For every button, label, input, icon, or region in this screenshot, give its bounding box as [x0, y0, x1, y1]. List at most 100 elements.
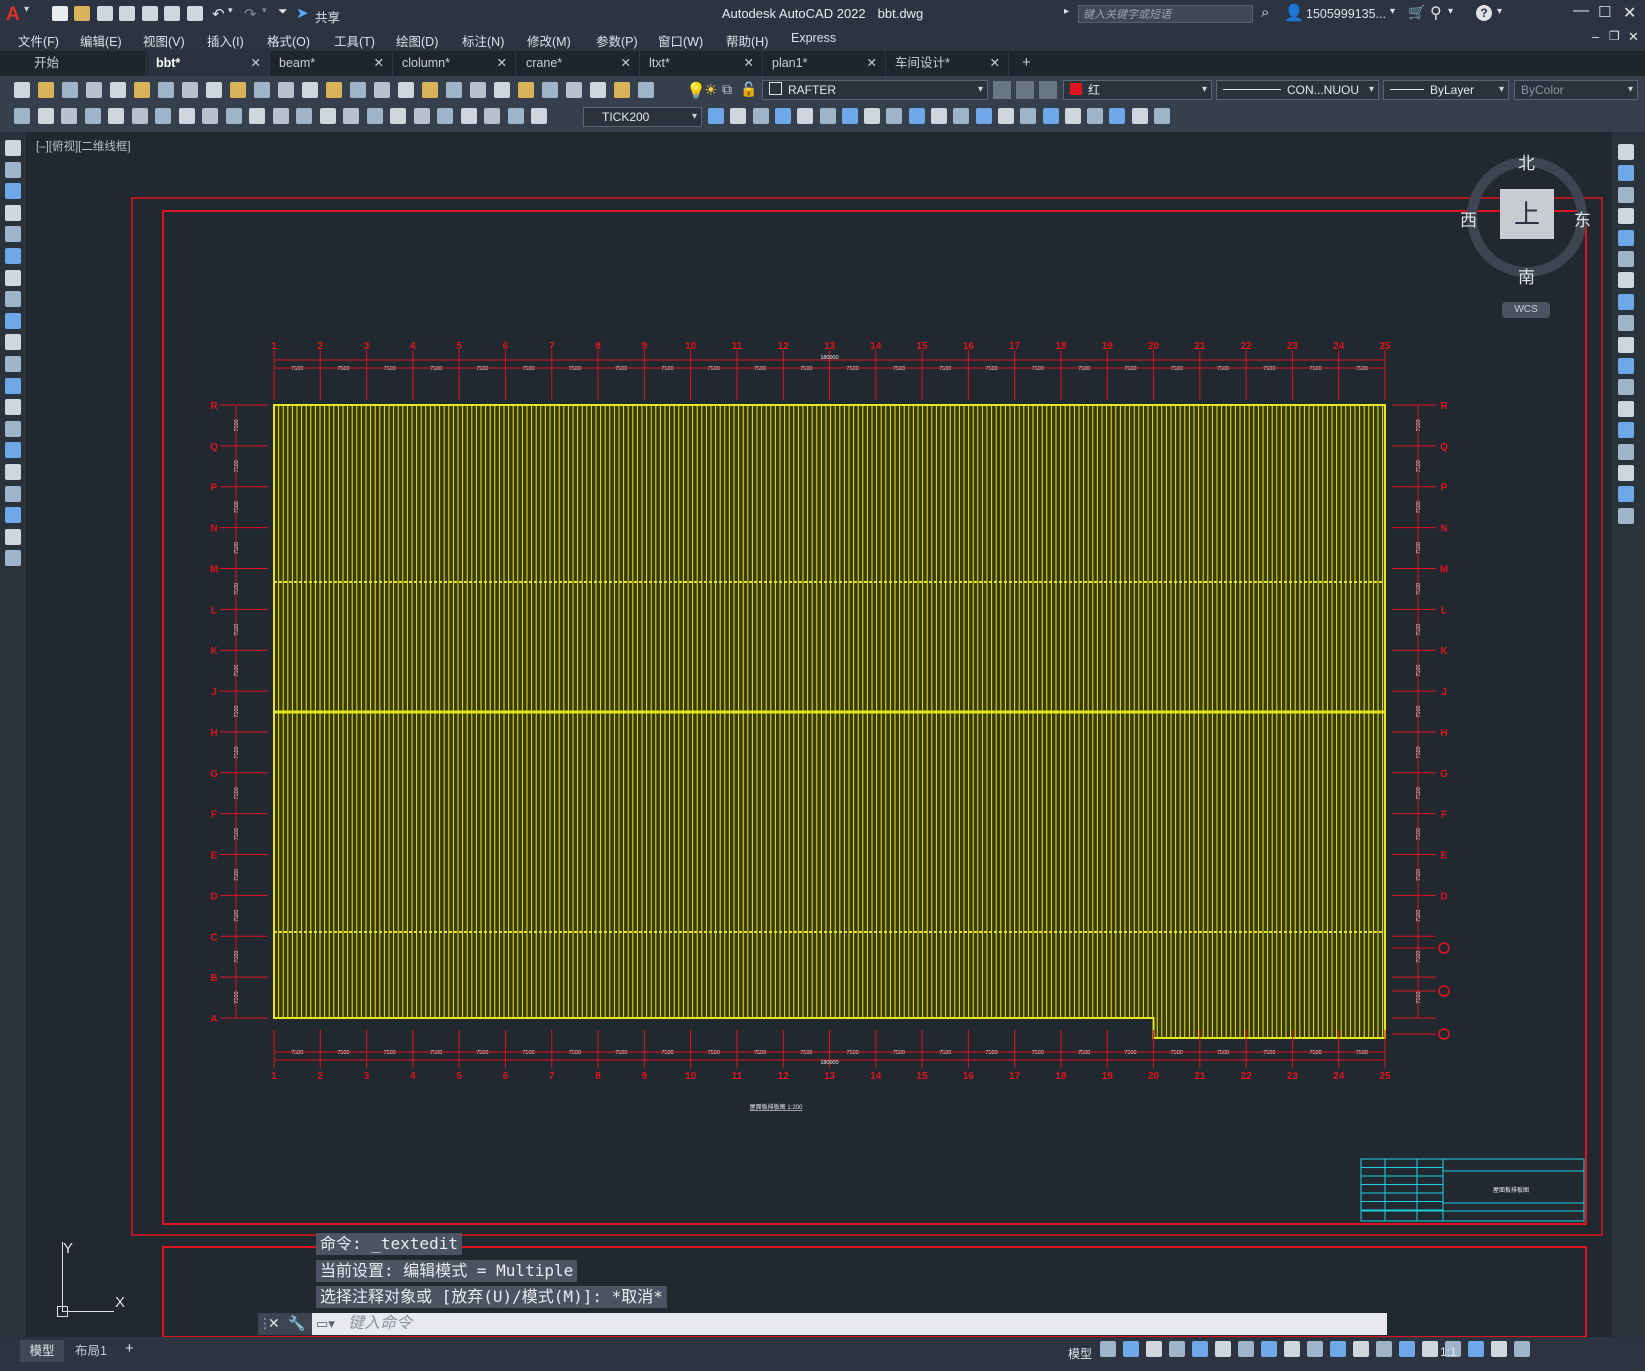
doc-minimize-icon[interactable]: – [1592, 29, 1599, 44]
dimedit-icon[interactable] [484, 108, 500, 124]
tab-ltxt[interactable]: ltxt* ✕ [641, 51, 763, 76]
rotate-icon[interactable] [1618, 272, 1634, 289]
sheetset-manager-icon[interactable] [518, 82, 534, 98]
wcs-menu[interactable]: WCS [1502, 302, 1550, 318]
dimspace-icon[interactable] [343, 108, 359, 124]
shell-icon[interactable] [975, 108, 992, 124]
clean-screen-icon[interactable] [1491, 1341, 1507, 1357]
extrude-icon[interactable] [774, 108, 791, 124]
workspace-icon[interactable] [1376, 1341, 1392, 1357]
user-dropdown-icon[interactable]: ▾ [1390, 6, 1395, 17]
erase-icon[interactable] [1618, 144, 1634, 160]
menu-insert[interactable]: 插入(I) [207, 31, 244, 50]
doc-restore-icon[interactable]: ❐ [1609, 29, 1620, 43]
arc-icon[interactable] [5, 248, 21, 264]
chamfer-edge-icon[interactable] [1042, 108, 1059, 124]
compass-north[interactable]: 北 [1518, 149, 1535, 174]
quick-dim-icon[interactable] [272, 108, 289, 124]
tab-beam[interactable]: beam* ✕ [271, 51, 393, 76]
menu-help[interactable]: 帮助(H) [726, 31, 768, 50]
layer-lock-icon[interactable]: 🔓 [740, 81, 757, 98]
mirror-icon[interactable] [1618, 186, 1634, 203]
compass-east[interactable]: 东 [1574, 206, 1591, 231]
thicken-icon[interactable] [908, 108, 925, 124]
offset-edge-icon[interactable] [1087, 108, 1104, 124]
arc-length-icon[interactable] [131, 108, 148, 124]
connect-icon[interactable]: ⚲ [1430, 3, 1442, 23]
compass-west[interactable]: 西 [1460, 206, 1477, 231]
tab-close-icon[interactable]: ✕ [621, 51, 631, 76]
zoom-window-icon[interactable] [398, 82, 414, 98]
blockedit-icon[interactable] [278, 82, 294, 98]
sweep-icon[interactable] [819, 108, 836, 124]
match-layer-icon[interactable] [1016, 81, 1034, 99]
revolve-icon[interactable] [797, 108, 814, 124]
circle-icon[interactable] [5, 269, 21, 286]
publish-icon[interactable] [134, 82, 150, 98]
imprint-icon[interactable] [931, 108, 947, 124]
tab-plan1[interactable]: plan1* ✕ [764, 51, 886, 76]
offset-icon[interactable] [1618, 208, 1634, 225]
move-icon[interactable] [1618, 251, 1634, 267]
pline-icon[interactable] [5, 183, 21, 200]
linetype-dropdown[interactable]: CON...NUOU ▾ [1216, 80, 1379, 100]
separate-icon[interactable] [953, 108, 970, 124]
explode-icon[interactable] [1618, 507, 1634, 524]
add-layout-button[interactable]: + [125, 1340, 134, 1357]
blend-icon[interactable] [1618, 486, 1634, 503]
tab-crane[interactable]: crane* ✕ [518, 51, 640, 76]
angular-icon[interactable] [249, 108, 265, 124]
check-icon[interactable] [997, 108, 1014, 124]
sheetset-icon[interactable] [158, 82, 174, 98]
model-space-toggle[interactable]: 模型 [1068, 1345, 1092, 1362]
lineweight-icon[interactable] [1284, 1341, 1300, 1357]
cart-icon[interactable]: 🛒 [1408, 4, 1425, 21]
user-name[interactable]: 1505999135... [1306, 7, 1386, 21]
polar-icon[interactable] [1192, 1341, 1208, 1357]
diameter-icon[interactable] [225, 108, 242, 124]
dimupdate-icon[interactable] [531, 108, 547, 124]
layer-thaw-icon[interactable]: ☀ [704, 81, 717, 99]
cut-icon[interactable] [182, 82, 198, 98]
addselected-icon[interactable] [5, 550, 21, 567]
hardware-accel-icon[interactable] [1468, 1341, 1484, 1357]
annotation-monitor-icon[interactable] [1399, 1341, 1415, 1357]
menu-window[interactable]: 窗口(W) [658, 31, 703, 50]
isodraft-icon[interactable] [1238, 1341, 1254, 1357]
save-icon[interactable] [62, 82, 78, 98]
redo-icon[interactable] [326, 82, 342, 98]
tab-workshop-design[interactable]: 车间设计* ✕ [887, 51, 1009, 76]
ellipse-arc-icon[interactable] [5, 356, 21, 372]
matchprop-icon[interactable] [254, 82, 270, 98]
zoom-realtime-icon[interactable] [374, 82, 390, 98]
properties-icon[interactable] [446, 82, 462, 98]
designcenter-icon[interactable] [470, 82, 486, 98]
viewcube-top-face[interactable]: 上 [1500, 189, 1554, 239]
previous-layer-icon[interactable] [1039, 81, 1057, 99]
transparency-icon[interactable] [1307, 1341, 1323, 1357]
infer-icon[interactable] [1146, 1341, 1162, 1357]
help-icon[interactable] [590, 82, 606, 98]
block-icon[interactable] [5, 399, 21, 416]
menu-file[interactable]: 文件(F) [18, 31, 59, 50]
connect-dropdown-icon[interactable]: ▾ [1448, 6, 1453, 17]
center-mark-icon[interactable] [413, 108, 430, 124]
layout1-tab[interactable]: 布局1 [70, 1340, 112, 1362]
aligned-dim-icon[interactable] [108, 108, 124, 124]
dimtedit-icon[interactable] [507, 108, 524, 124]
jogged-linear-icon[interactable] [460, 108, 477, 124]
loft-icon[interactable] [841, 108, 858, 124]
help-dropdown-icon[interactable]: ▾ [1497, 6, 1502, 17]
help-icon[interactable]: ? [1476, 5, 1492, 21]
object-snap-icon[interactable] [1261, 1341, 1277, 1357]
customize-wrench-icon[interactable]: 🔧 [288, 1315, 305, 1332]
undo-icon[interactable] [302, 82, 318, 98]
layer-states-icon[interactable] [638, 82, 654, 98]
drawing-canvas[interactable]: [–][俯视][二维线框] 1 1 7500 7500 2 2 7500 7500 3 3 7500… [26, 132, 1612, 1337]
solidedit-icon[interactable] [1109, 108, 1126, 124]
make-block-icon[interactable] [14, 108, 30, 124]
flatshot-icon[interactable] [1154, 108, 1170, 124]
close-icon[interactable]: ✕ [1623, 3, 1636, 23]
annotation-visibility-icon[interactable] [1330, 1341, 1346, 1357]
recent-commands-icon[interactable]: ▭▾ [316, 1316, 335, 1332]
